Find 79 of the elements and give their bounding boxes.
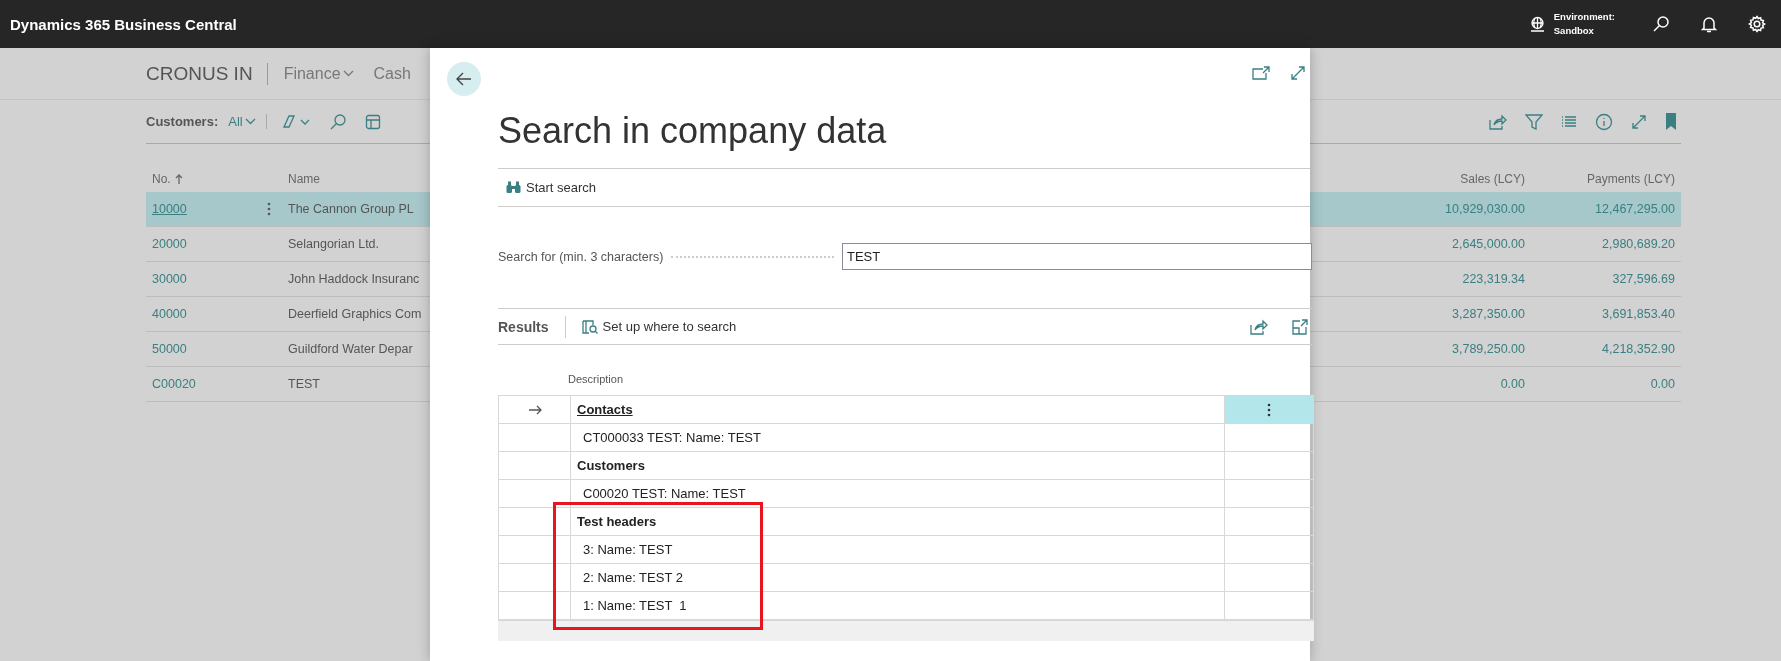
view-filter[interactable]: All (228, 114, 267, 129)
search-input[interactable]: TEST (842, 243, 1312, 270)
chevron-down-icon (244, 118, 256, 125)
customer-number-link[interactable]: 50000 (146, 332, 256, 367)
result-record[interactable]: 2: Name: TEST 2 (571, 564, 1225, 592)
column-header: Description (568, 373, 625, 387)
table-cell: 4,218,352.90 (1531, 332, 1681, 367)
info-icon (1595, 112, 1613, 131)
table-cell: 12,467,295.00 (1531, 192, 1681, 227)
table-cell: 10,929,030.00 (1361, 192, 1531, 227)
column-header[interactable]: Payments (LCY) (1531, 144, 1681, 192)
pop-out-icon (1292, 318, 1308, 335)
globe-icon (1528, 15, 1546, 33)
bell-icon (1701, 15, 1717, 33)
chevron-down-icon (342, 70, 354, 77)
result-group-heading[interactable]: Test headers (571, 508, 1225, 536)
start-search-button[interactable]: Start search (506, 180, 597, 195)
expand-icon (1290, 65, 1306, 81)
result-record[interactable]: 1: Name: TEST 1 (571, 592, 1225, 620)
customer-number-link[interactable]: C00020 (146, 367, 256, 402)
row-selector-cell[interactable] (499, 508, 571, 536)
row-selector-cell[interactable] (499, 480, 571, 508)
list-label: Customers: (146, 114, 219, 129)
copilot-icon (280, 113, 311, 130)
customer-number-link[interactable]: 10000 (146, 192, 256, 227)
customer-number-link[interactable]: 30000 (146, 262, 256, 297)
bookmark-icon (1665, 113, 1677, 130)
result-record[interactable]: C00020 TEST: Name: TEST (571, 480, 1225, 508)
table-cell: 3,691,853.40 (1531, 297, 1681, 332)
arrow-left-icon (456, 72, 472, 86)
results-title: Results (498, 315, 566, 338)
table-cell: 2,980,689.20 (1531, 227, 1681, 262)
dialog-title: Search in company data (498, 109, 888, 153)
field-label: Search for (min. 3 characters) (498, 249, 664, 264)
more-options-icon[interactable] (1267, 402, 1271, 417)
list-icon (1561, 114, 1577, 129)
table-icon (364, 113, 381, 130)
table-cell: 327,596.69 (1531, 262, 1681, 297)
result-group-heading[interactable]: Contacts (571, 396, 1225, 424)
pop-out-icon (1252, 66, 1270, 80)
row-selector-cell[interactable] (499, 592, 571, 620)
table-cell: 3,287,350.00 (1361, 297, 1531, 332)
environment-name: Sandbox (1553, 24, 1595, 38)
row-selector-cell[interactable] (499, 536, 571, 564)
column-header[interactable]: Sales (LCY) (1361, 144, 1531, 192)
sort-arrow-icon (174, 173, 183, 185)
binoculars-icon (506, 181, 521, 194)
customer-number-link[interactable]: 20000 (146, 227, 256, 262)
result-record[interactable]: 3: Name: TEST (571, 536, 1225, 564)
nav-menu-item[interactable]: Finance (279, 64, 358, 83)
environment-label: Environment: (1553, 10, 1615, 24)
share-icon (1250, 318, 1268, 335)
settings-icon (1748, 15, 1766, 33)
table-cell: 0.00 (1361, 367, 1531, 402)
result-record[interactable]: CT000033 TEST: Name: TEST (571, 424, 1225, 452)
search-icon (1652, 15, 1670, 33)
app-title: Dynamics 365 Business Central (10, 15, 238, 33)
company-name: CRONUS IN (146, 62, 268, 85)
row-selector-cell[interactable] (499, 424, 571, 452)
setup-search-button[interactable]: Set up where to search (581, 319, 737, 334)
share-icon (1489, 113, 1507, 130)
more-options-icon[interactable] (267, 202, 271, 216)
table-cell: 3,789,250.00 (1361, 332, 1531, 367)
row-selector-cell[interactable] (499, 564, 571, 592)
search-icon (328, 112, 347, 131)
row-action-cell[interactable] (1225, 396, 1313, 424)
table-cell: 2,645,000.00 (1361, 227, 1531, 262)
table-cell: 223,319.34 (1361, 262, 1531, 297)
row-selector-cell[interactable] (499, 396, 571, 424)
table-cell: 0.00 (1531, 367, 1681, 402)
row-selector-cell[interactable] (499, 452, 571, 480)
expand-icon (1631, 113, 1647, 130)
column-header[interactable]: No. (146, 144, 256, 192)
back-button[interactable] (447, 62, 481, 96)
customer-number-link[interactable]: 40000 (146, 297, 256, 332)
nav-menu-item[interactable]: Cash (369, 64, 415, 83)
filter-icon (1525, 113, 1543, 130)
table-search-icon (581, 319, 598, 334)
result-group-heading[interactable]: Customers (571, 452, 1225, 480)
